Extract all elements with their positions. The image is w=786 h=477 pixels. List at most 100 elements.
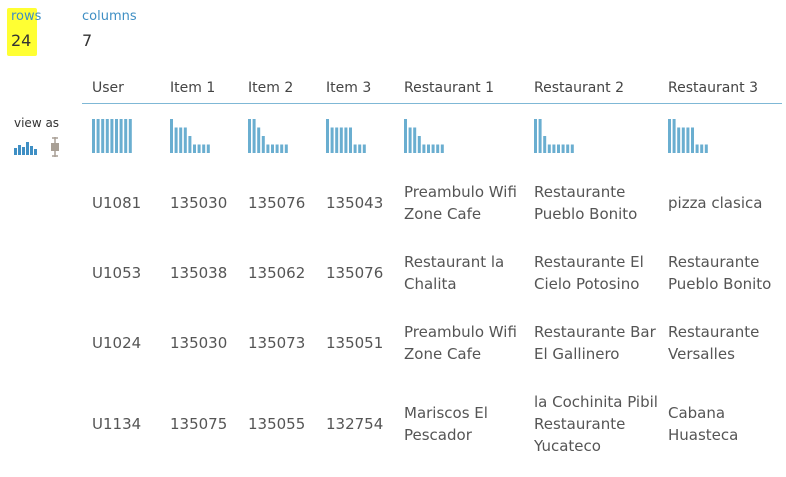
histogram-bar — [557, 144, 560, 153]
column-histogram[interactable] — [170, 119, 214, 153]
histogram-bar — [188, 136, 192, 153]
histogram-bar — [440, 144, 444, 153]
histogram-bar — [704, 144, 708, 153]
histogram-bar — [266, 144, 270, 153]
table-cell: 135055 — [248, 415, 306, 433]
table-cell: 135030 — [170, 334, 228, 352]
histogram-bar — [695, 144, 699, 153]
table-cell: Restaurante Versalles — [668, 323, 760, 363]
histogram-bar — [115, 119, 118, 153]
table-cell: U1081 — [92, 194, 142, 212]
histogram-bar — [206, 144, 210, 153]
histogram-bar — [128, 119, 132, 153]
histogram-cell[interactable] — [238, 104, 316, 169]
histogram-cell[interactable] — [658, 104, 782, 169]
histogram-bar — [197, 144, 201, 153]
histogram-bar — [248, 119, 251, 153]
header-row: User Item 1 Item 2 Item 3 Restaurant 1 R… — [82, 72, 782, 104]
table-row: U1024 135030 135073 135051 Preambulo Wif… — [82, 308, 782, 378]
histogram-bar — [408, 127, 412, 153]
columns-count: 7 — [82, 31, 93, 50]
histogram-bar — [677, 127, 681, 153]
histogram-cell[interactable] — [394, 104, 524, 169]
histogram-bar — [344, 127, 348, 153]
histogram-bar — [672, 119, 676, 153]
column-histogram[interactable] — [534, 119, 578, 153]
histogram-bar — [92, 119, 95, 153]
histogram-cell[interactable] — [160, 104, 238, 169]
histogram-bar — [353, 144, 357, 153]
table-cell: U1134 — [92, 415, 142, 433]
histogram-bar — [358, 144, 362, 153]
boxplot-view-icon[interactable] — [49, 137, 61, 157]
histogram-bar — [284, 144, 288, 153]
histogram-bar — [193, 144, 196, 153]
dataset-table: User Item 1 Item 2 Item 3 Restaurant 1 R… — [82, 72, 782, 470]
column-histogram[interactable] — [668, 119, 712, 153]
histogram-bar — [271, 144, 274, 153]
table-cell: Restaurant la Chalita — [404, 253, 505, 293]
histogram-cell[interactable] — [316, 104, 394, 169]
histogram-bar — [330, 127, 334, 153]
histogram-bar — [252, 119, 256, 153]
histogram-bar — [700, 144, 704, 153]
table-cell: pizza clasica — [668, 194, 763, 212]
histogram-bar — [404, 119, 407, 153]
histogram-bar — [561, 144, 565, 153]
histogram-bar — [547, 144, 551, 153]
histogram-bar — [681, 127, 685, 153]
column-header-restaurant-2[interactable]: Restaurant 2 — [524, 72, 658, 104]
histogram-bar — [179, 127, 183, 153]
table-cell: 135038 — [170, 264, 228, 282]
table-cell: 135076 — [248, 194, 306, 212]
column-header-restaurant-1[interactable]: Restaurant 1 — [394, 72, 524, 104]
table-cell: 135062 — [248, 264, 306, 282]
histogram-bar — [261, 136, 265, 153]
column-header-user[interactable]: User — [82, 72, 160, 104]
column-histogram[interactable] — [326, 119, 370, 153]
histogram-bar — [534, 119, 537, 153]
histogram-bar — [119, 119, 123, 153]
histogram-bar — [570, 144, 574, 153]
histogram-bar — [543, 136, 547, 153]
column-histogram[interactable] — [248, 119, 292, 153]
column-header-item-2[interactable]: Item 2 — [238, 72, 316, 104]
histogram-row — [82, 104, 782, 169]
rows-label: rows — [11, 9, 42, 24]
histogram-cell[interactable] — [82, 104, 160, 169]
view-as-label: view as — [14, 116, 60, 130]
table-cell: 135051 — [326, 334, 384, 352]
histogram-bar — [110, 119, 114, 153]
histogram-bar — [422, 144, 426, 153]
histogram-bar — [431, 144, 435, 153]
histogram-bar — [202, 144, 206, 153]
column-header-item-1[interactable]: Item 1 — [160, 72, 238, 104]
histogram-bar — [96, 119, 100, 153]
column-header-item-3[interactable]: Item 3 — [316, 72, 394, 104]
histogram-bar — [686, 127, 690, 153]
histogram-bar — [413, 127, 417, 153]
table-row: U1134 135075 135055 132754 Mariscos El P… — [82, 378, 782, 470]
histogram-bar — [124, 119, 128, 153]
histogram-bar — [668, 119, 671, 153]
histogram-bar — [275, 144, 279, 153]
histogram-bar — [436, 144, 440, 153]
histogram-bar — [183, 127, 187, 153]
histogram-bar — [339, 127, 343, 153]
histogram-bar — [170, 119, 173, 153]
histogram-bar — [326, 119, 329, 153]
column-header-restaurant-3[interactable]: Restaurant 3 — [658, 72, 782, 104]
table-cell: la Cochinita Pibil Restaurante Yucateco — [534, 393, 658, 455]
table-row: U1053 135038 135062 135076 Restaurant la… — [82, 238, 782, 308]
table-cell: 135075 — [170, 415, 228, 433]
histogram-bar — [105, 119, 109, 153]
table-cell: 135076 — [326, 264, 384, 282]
histogram-view-icon[interactable] — [14, 139, 38, 155]
table-cell: 135030 — [170, 194, 228, 212]
table-cell: Restaurante Bar El Gallinero — [534, 323, 656, 363]
column-histogram[interactable] — [92, 119, 136, 153]
histogram-cell[interactable] — [524, 104, 658, 169]
histogram-bar — [174, 127, 178, 153]
column-histogram[interactable] — [404, 119, 448, 153]
table-cell: Restaurante Pueblo Bonito — [668, 253, 772, 293]
